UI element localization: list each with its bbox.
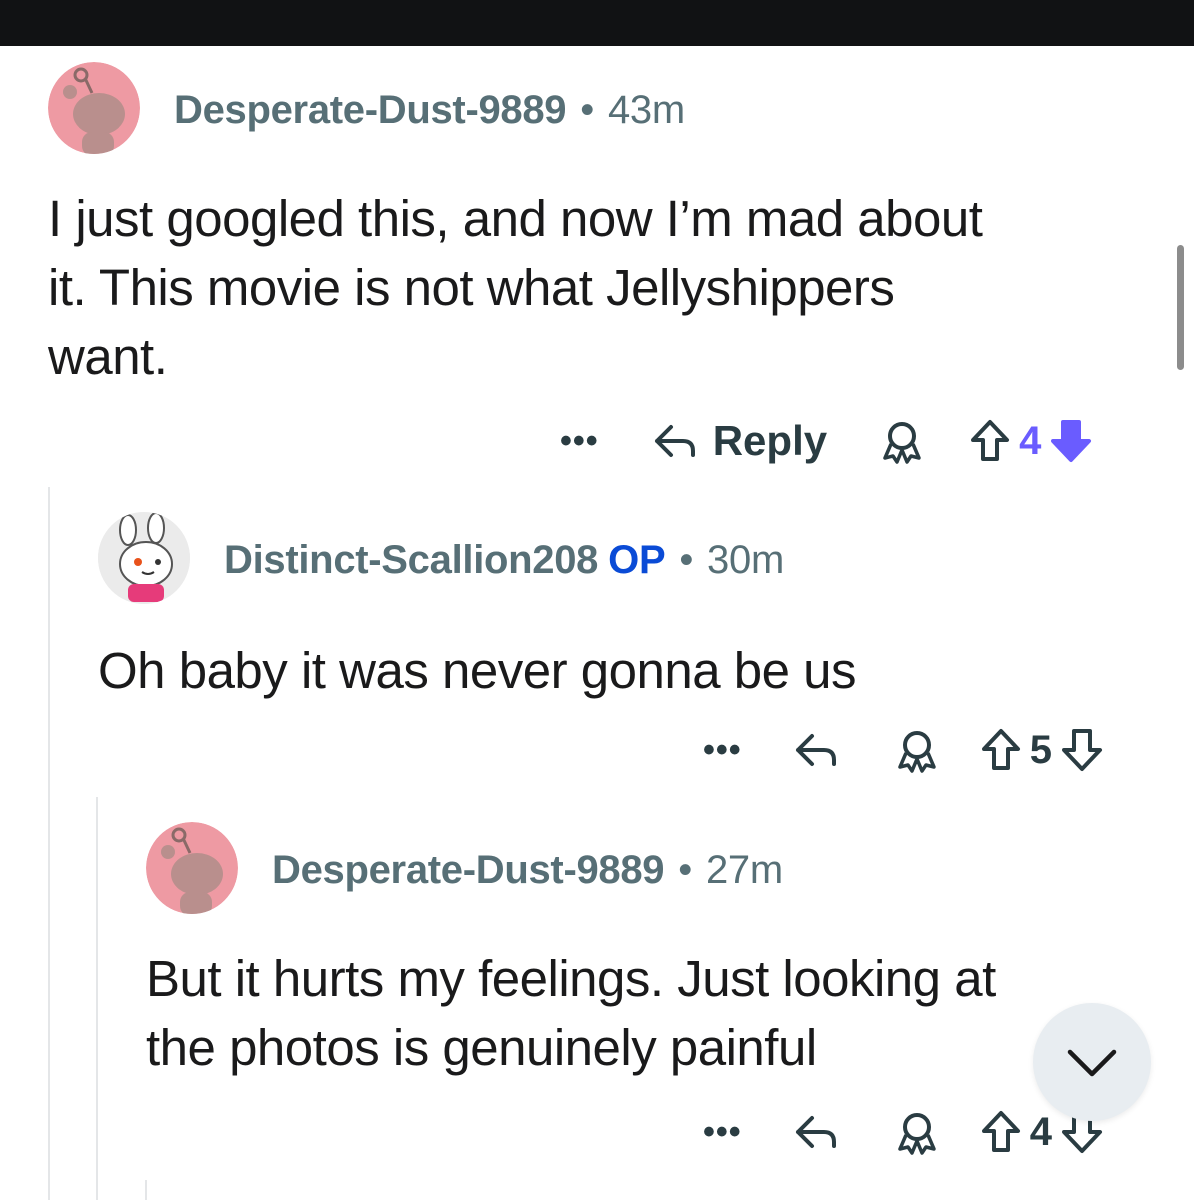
more-options-icon[interactable]: ••• (703, 731, 742, 770)
reply-arrow-icon (654, 425, 695, 457)
upvote-arrow-icon[interactable] (980, 1110, 1022, 1154)
comment-body-line: I just googled this, and now I’m mad abo… (48, 190, 983, 247)
comment-body: Oh baby it was never gonna be us (98, 636, 1158, 705)
meta-separator: • (679, 538, 694, 582)
chevron-down-icon (1067, 1049, 1117, 1077)
award-icon[interactable] (892, 725, 942, 775)
comment-meta: Desperate-Dust-9889 • 43m (174, 88, 685, 133)
comment-body: I just googled this, and now I’m mad abo… (48, 184, 1158, 391)
award-icon[interactable] (877, 416, 927, 466)
comment-body-line: Oh baby it was never gonna be us (98, 642, 857, 699)
comment-body-line: the photos is genuinely painful (146, 1019, 817, 1076)
comment-meta: Desperate-Dust-9889 • 27m (272, 848, 783, 893)
reply-button[interactable] (792, 728, 842, 772)
username[interactable]: Desperate-Dust-9889 (174, 88, 567, 132)
thread-line-level-1[interactable] (48, 487, 50, 1200)
username[interactable]: Desperate-Dust-9889 (272, 848, 665, 892)
username[interactable]: Distinct-Scallion208 (224, 538, 598, 582)
comment-actions: ••• 5 (703, 720, 1104, 780)
snoo-avatar-icon (146, 822, 238, 914)
upvote-arrow-icon[interactable] (969, 419, 1011, 463)
reply-button[interactable]: Reply (651, 417, 827, 465)
avatar[interactable] (48, 62, 140, 154)
reply-arrow-icon (795, 734, 836, 766)
meta-separator: • (678, 848, 692, 892)
vote-score: 4 (1019, 418, 1042, 463)
comment-age: 43m (607, 88, 685, 132)
scrollbar-thumb[interactable] (1177, 245, 1184, 370)
avatar[interactable] (98, 512, 190, 604)
op-badge: OP (608, 538, 666, 582)
award-icon[interactable] (892, 1107, 942, 1157)
thread-line-level-3[interactable] (145, 1180, 147, 1200)
comment-actions: ••• Reply 4 (560, 411, 1093, 471)
reply-arrow-icon (795, 1116, 836, 1148)
more-options-icon[interactable]: ••• (703, 1113, 742, 1152)
bunny-avatar-icon (98, 512, 190, 604)
comment-body-line: But it hurts my feelings. Just looking a… (146, 950, 996, 1007)
comment-meta: Distinct-Scallion208 OP • 30m (224, 538, 784, 583)
comment-age: 27m (705, 848, 783, 892)
snoo-avatar-icon (48, 62, 140, 154)
status-bar (0, 0, 1194, 46)
scroll-down-button[interactable] (1033, 1003, 1151, 1121)
comment-body: But it hurts my feelings. Just looking a… (146, 944, 1176, 1082)
downvote-arrow-icon[interactable] (1049, 418, 1093, 464)
comment-body-line: it. This movie is not what Jellyshippers (48, 259, 895, 316)
upvote-arrow-icon[interactable] (980, 728, 1022, 772)
more-options-icon[interactable]: ••• (560, 422, 599, 461)
comment-actions: ••• 4 (703, 1102, 1104, 1162)
downvote-arrow-icon[interactable] (1060, 727, 1104, 773)
comment-age: 30m (707, 538, 784, 582)
meta-separator: • (580, 88, 594, 132)
vote-score: 4 (1029, 1109, 1052, 1154)
avatar[interactable] (146, 822, 238, 914)
comment-body-line: want. (48, 328, 168, 385)
reply-button[interactable] (792, 1110, 842, 1154)
vote-score: 5 (1029, 727, 1052, 772)
reply-label: Reply (712, 417, 828, 464)
thread-line-level-2[interactable] (96, 797, 98, 1200)
